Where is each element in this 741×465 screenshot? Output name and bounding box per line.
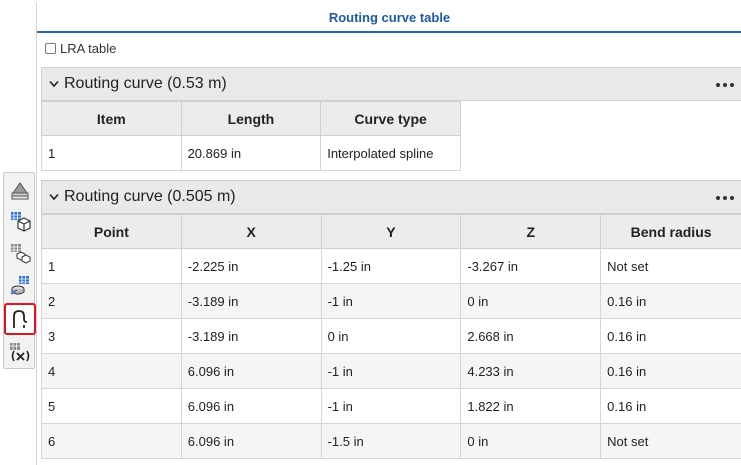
multi-cube-table-icon[interactable] bbox=[6, 239, 33, 267]
chevron-down-icon[interactable] bbox=[44, 193, 64, 201]
cell-bend-radius: 0.16 in bbox=[600, 353, 741, 389]
cell-y: -1.5 in bbox=[320, 423, 462, 459]
table-row: 6 6.096 in -1.5 in 0 in Not set bbox=[41, 423, 741, 459]
table-row: 1 20.869 in Interpolated spline bbox=[41, 135, 461, 171]
routing-curve-icon[interactable] bbox=[4, 303, 36, 335]
cell-x: 6.096 in bbox=[180, 423, 322, 459]
column-header-curve-type: Curve type bbox=[320, 101, 461, 136]
table-row: 2 -3.189 in -1 in 0 in 0.16 in bbox=[41, 283, 741, 319]
cell-z: 0 in bbox=[460, 423, 602, 459]
cell-z: 2.668 in bbox=[460, 318, 602, 354]
cell-point: 6 bbox=[41, 423, 182, 459]
cell-point: 1 bbox=[41, 248, 182, 284]
column-header-x: X bbox=[180, 214, 322, 249]
side-toolbar bbox=[3, 172, 36, 369]
section-header[interactable]: Routing curve (0.53 m) bbox=[41, 67, 741, 101]
more-options-icon[interactable] bbox=[713, 188, 737, 208]
cell-z: 0 in bbox=[460, 283, 602, 319]
column-header-item: Item bbox=[41, 101, 182, 136]
cell-z: -3.267 in bbox=[460, 248, 602, 284]
cell-point: 2 bbox=[41, 283, 182, 319]
cell-x: -3.189 in bbox=[180, 283, 322, 319]
cell-z: 1.822 in bbox=[460, 388, 602, 424]
cell-x: -3.189 in bbox=[180, 318, 322, 354]
cell-y: -1 in bbox=[320, 388, 462, 424]
cell-bend-radius: 0.16 in bbox=[600, 283, 741, 319]
cell-point: 5 bbox=[41, 388, 182, 424]
cell-x: 6.096 in bbox=[180, 353, 322, 389]
cell-z: 4.233 in bbox=[460, 353, 602, 389]
routing-curve-section-1: Routing curve (0.53 m) Item Length Curve… bbox=[41, 67, 741, 171]
variable-table-icon[interactable] bbox=[6, 338, 33, 366]
cell-y: -1 in bbox=[320, 283, 462, 319]
routing-curve-section-2: Routing curve (0.505 m) Point X Y Z Bend… bbox=[41, 180, 741, 459]
column-header-point: Point bbox=[41, 214, 182, 249]
cell-y: -1 in bbox=[320, 353, 462, 389]
cell-x: -2.225 in bbox=[180, 248, 322, 284]
cell-y: 0 in bbox=[320, 318, 462, 354]
panel-title: Routing curve table bbox=[37, 3, 741, 33]
chevron-down-icon[interactable] bbox=[44, 80, 64, 88]
column-header-length: Length bbox=[180, 101, 322, 136]
cell-bend-radius: 0.16 in bbox=[600, 388, 741, 424]
cell-bend-radius: 0.16 in bbox=[600, 318, 741, 354]
cell-point: 3 bbox=[41, 318, 182, 354]
checkbox-box[interactable] bbox=[45, 42, 56, 54]
section-title: Routing curve (0.505 m) bbox=[64, 188, 236, 205]
lra-table-label: LRA table bbox=[60, 40, 117, 56]
cell-bend-radius: Not set bbox=[600, 423, 741, 459]
lra-table-checkbox[interactable]: LRA table bbox=[45, 39, 116, 57]
section-header[interactable]: Routing curve (0.505 m) bbox=[41, 180, 741, 214]
table-row: 4 6.096 in -1 in 4.233 in 0.16 in bbox=[41, 353, 741, 389]
cell-curve-type: Interpolated spline bbox=[320, 135, 461, 171]
column-header-bend-radius: Bend radius bbox=[600, 214, 741, 249]
curve-points-table: Point X Y Z Bend radius 1 -2.225 in -1.2… bbox=[41, 214, 741, 459]
table-row: 1 -2.225 in -1.25 in -3.267 in Not set bbox=[41, 248, 741, 284]
part-table-icon[interactable] bbox=[6, 271, 33, 299]
layers-stack-icon[interactable] bbox=[6, 176, 33, 204]
cell-x: 6.096 in bbox=[180, 388, 322, 424]
curve-summary-table: Item Length Curve type 1 20.869 in Inter… bbox=[41, 101, 461, 171]
table-row: 5 6.096 in -1 in 1.822 in 0.16 in bbox=[41, 388, 741, 424]
more-options-icon[interactable] bbox=[713, 75, 737, 95]
cell-y: -1.25 in bbox=[320, 248, 462, 284]
cell-item: 1 bbox=[41, 135, 182, 171]
column-header-y: Y bbox=[320, 214, 462, 249]
cube-table-icon[interactable] bbox=[6, 207, 33, 235]
cell-bend-radius: Not set bbox=[600, 248, 741, 284]
cell-point: 4 bbox=[41, 353, 182, 389]
section-title: Routing curve (0.53 m) bbox=[64, 75, 227, 92]
table-row: 3 -3.189 in 0 in 2.668 in 0.16 in bbox=[41, 318, 741, 354]
column-header-z: Z bbox=[460, 214, 602, 249]
routing-curve-panel: Routing curve table LRA table Routing cu… bbox=[36, 3, 741, 465]
cell-length: 20.869 in bbox=[180, 135, 322, 171]
